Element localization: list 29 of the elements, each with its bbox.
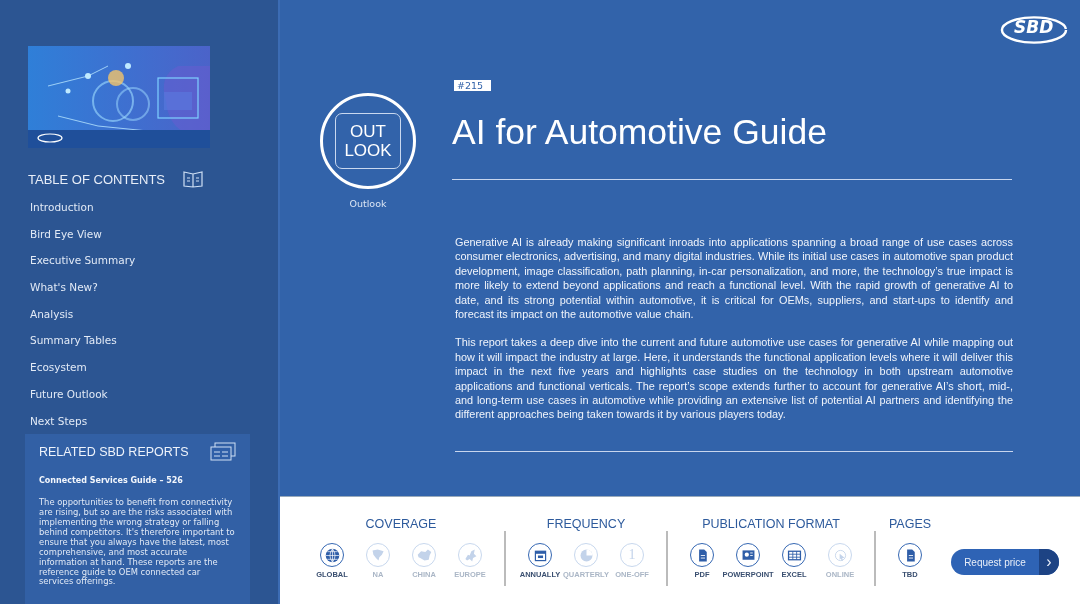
description-paragraph: Generative AI is already making significant inroads into applications spanning a broad range of use cases across consumer electronics, advertising, and many digital industries. While its initial use cases in automotive span product development, image classification, path planning, in-car personalization, and more, the technology’s true impact is more likely to extend beyond applications and reach a functional level. With the rapid growth of generative AI to date, and its strong potential within automotive, it is critical for OEMs, suppliers, and start-ups to identify and forecast its impact on the automotive value chain. [455,235,1013,322]
toc-item[interactable]: Analysis [30,300,74,328]
toc-item[interactable]: Executive Summary [30,247,136,275]
report-number: #215 [454,80,492,91]
cards-icon [210,442,236,463]
section-title: COVERAGE [365,517,437,531]
toc-item[interactable]: What's New? [30,274,98,301]
request-price-button[interactable]: Request price › [951,549,1059,575]
toc-item[interactable]: Introduction [30,194,94,221]
section-title: PAGES [888,517,932,531]
badge-text: OUT [350,122,386,141]
section-title: FREQUENCY [546,517,626,531]
badge-text: LOOK [344,141,392,160]
logo-icon [1000,14,1068,46]
toc-item[interactable]: Bird Eye View [30,220,102,248]
related-title: RELATED SBD REPORTS [39,445,189,460]
description-paragraph: This report takes a deep dive into the current and future automotive use cases for generative AI while mapping out how it will impact the industry at large. Here, it understands the functional application levels where it will deliver this impact in the next five years and highlights case studies on the technology in both upstream automotive applications and functional verticals. The report’s scope extends further to account for generative AI’s short, mid-, and long-term use cases in automotive while providing an extensive list of potential AI partners and identifying the different approaches being taken towards it by various players today. [455,335,1013,422]
report-title: AI for Automotive Guide [452,111,1012,180]
section-title: PUBLICATION FORMAT [702,517,840,531]
toc-item[interactable]: Next Steps [30,407,88,435]
logo-text: SBD [1014,17,1054,37]
report-title[interactable]: Connected Services Guide – 526 [39,476,183,486]
toc-item[interactable]: Ecosystem [30,354,87,381]
badge-caption: Outlook [349,198,387,209]
toc-item[interactable]: Summary Tables [30,327,117,355]
report-description: The opportunities to benefit from connectivity are rising, but so are the risks associated with implementing the wrong strategy or falling behind competitors. It's therefore important to ensure that you always have the latest, most comprehensive, and most accurate information at hand. These reports are the reference guide to OEM connected car services offerings. [39,498,236,588]
toc-item[interactable]: Future Outlook [30,380,108,408]
book-icon [183,170,203,188]
toc-title: TABLE OF CONTENTS [28,171,165,187]
